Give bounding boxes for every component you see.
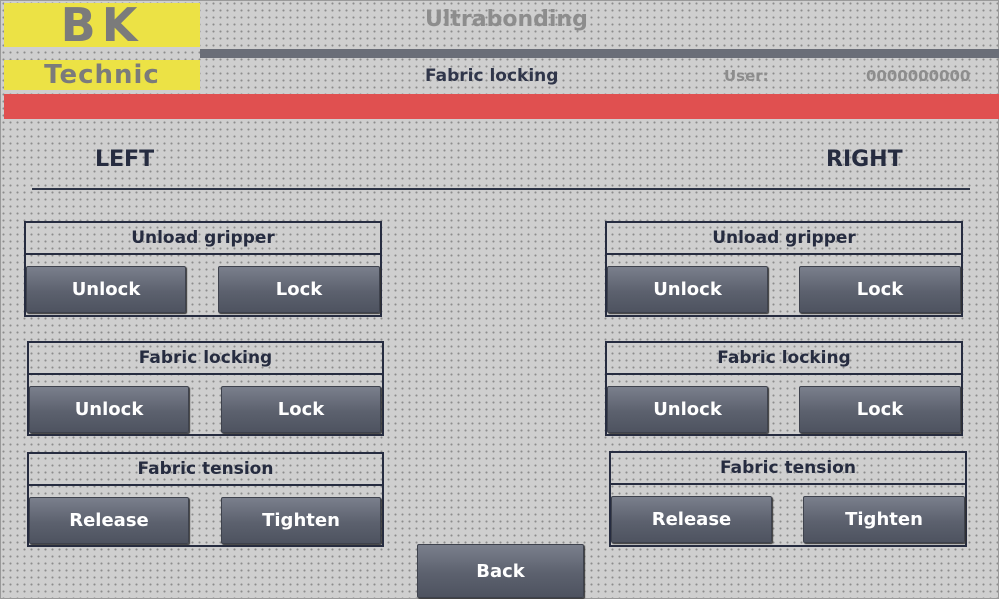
user-label: User: <box>724 67 769 85</box>
left-unload-gripper-unlock-button[interactable]: Unlock <box>26 266 186 313</box>
right-unload-gripper-title: Unload gripper <box>607 223 961 255</box>
left-fabric-locking-lock-button[interactable]: Lock <box>221 386 381 433</box>
left-fabric-tension-release-button[interactable]: Release <box>29 497 189 544</box>
left-fabric-tension-title: Fabric tension <box>29 454 382 486</box>
right-fabric-locking-lock-button[interactable]: Lock <box>799 386 961 433</box>
right-fabric-locking-title: Fabric locking <box>607 343 961 375</box>
user-value: 0000000000 <box>866 67 971 85</box>
alarm-bar <box>4 94 999 119</box>
left-fabric-tension-tighten-button[interactable]: Tighten <box>221 497 381 544</box>
left-unload-gripper-lock-button[interactable]: Lock <box>218 266 380 313</box>
back-button[interactable]: Back <box>417 544 584 598</box>
left-side-label: LEFT <box>95 147 155 172</box>
header-bar <box>200 49 999 58</box>
right-fabric-tension-title: Fabric tension <box>611 453 965 485</box>
left-fabric-locking-title: Fabric locking <box>29 343 382 375</box>
logo-technic: Technic <box>4 60 200 90</box>
left-fabric-locking-unlock-button[interactable]: Unlock <box>29 386 189 433</box>
section-divider <box>32 188 970 190</box>
right-fabric-tension-tighten-button[interactable]: Tighten <box>803 496 965 543</box>
right-side-label: RIGHT <box>826 147 903 172</box>
app-title: Ultrabonding <box>425 7 588 32</box>
screen-title: Fabric locking <box>425 66 559 86</box>
logo-bk: BK <box>4 2 200 48</box>
right-fabric-locking-unlock-button[interactable]: Unlock <box>607 386 768 433</box>
left-unload-gripper-title: Unload gripper <box>26 223 380 255</box>
right-unload-gripper-lock-button[interactable]: Lock <box>799 266 961 313</box>
right-unload-gripper-unlock-button[interactable]: Unlock <box>607 266 768 313</box>
right-fabric-tension-release-button[interactable]: Release <box>611 496 772 543</box>
